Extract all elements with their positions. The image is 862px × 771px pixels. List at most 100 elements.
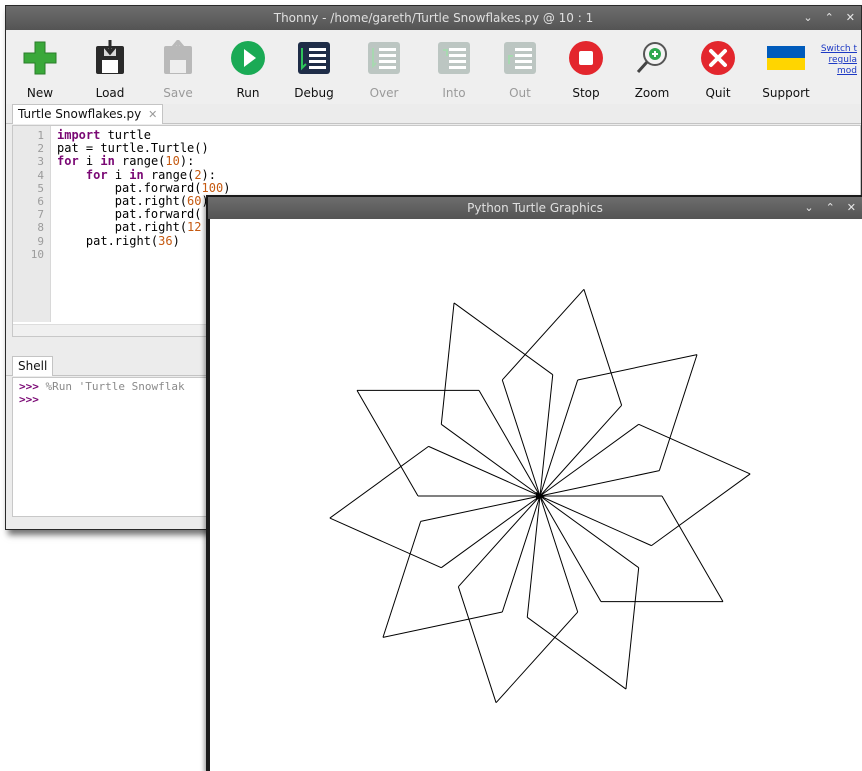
stop-button[interactable]: Stop: [554, 40, 618, 100]
turtle-graphics-window: Python Turtle Graphics ⌄ ⌃ ✕: [206, 195, 862, 771]
code-token: 12: [187, 220, 202, 235]
line-number: 1: [37, 129, 44, 142]
code-text[interactable]: import turtle pat = turtle.Turtle() for i …: [57, 128, 230, 261]
turtle-minimize-icon[interactable]: ⌄: [804, 197, 813, 219]
line-number: 5: [37, 181, 44, 195]
new-button[interactable]: New: [8, 40, 72, 100]
turtle-maximize-icon[interactable]: ⌃: [826, 197, 835, 219]
into-label: Into: [442, 86, 466, 100]
run-label: Run: [236, 86, 260, 100]
snowflake-drawing: [329, 288, 751, 704]
code-token: pat.right(: [57, 233, 159, 248]
turtle-close-icon[interactable]: ✕: [847, 197, 856, 219]
load-label: Load: [95, 86, 125, 100]
turtle-canvas[interactable]: [208, 219, 862, 771]
turtle-stroke-5: [625, 567, 640, 690]
shell-prompt: >>>: [19, 380, 39, 393]
shell-prompt: >>>: [19, 393, 39, 406]
step-out-icon: [502, 40, 538, 76]
step-into-icon: [436, 40, 472, 76]
switch-mode-link[interactable]: Switch t regula mod: [817, 44, 857, 77]
floppy-save-icon: [160, 38, 196, 76]
editor-tabbar: Turtle Snowflakes.py ✕: [6, 104, 861, 124]
turtle-stroke-25: [440, 302, 455, 425]
quit-label: Quit: [705, 86, 731, 100]
turtle-stroke-29: [501, 288, 585, 381]
turtle-stroke-3: [539, 495, 602, 602]
code-token: in: [129, 167, 144, 182]
step-out-button[interactable]: Out: [488, 40, 552, 100]
line-number: 10: [30, 247, 44, 261]
code-line: pat.right(36): [57, 233, 230, 248]
turtle-window-controls: ⌄ ⌃ ✕: [804, 197, 856, 219]
save-button[interactable]: Save: [146, 38, 210, 100]
code-token: 10: [165, 154, 180, 169]
tab-shell[interactable]: Shell: [12, 356, 54, 376]
switch-mode-line-1: Switch t: [820, 44, 857, 54]
line-number: 9: [37, 234, 44, 248]
tab-label: Turtle Snowflakes.py: [18, 107, 142, 121]
tab-turtle-snowflakes[interactable]: Turtle Snowflakes.py ✕: [12, 104, 164, 124]
code-token: 60: [187, 193, 202, 208]
thonny-titlebar: Thonny - /home/gareth/Turtle Snowflakes.…: [6, 6, 861, 30]
step-over-icon: [366, 40, 402, 76]
stop-label: Stop: [572, 86, 600, 100]
turtle-stroke-31: [539, 405, 623, 497]
code-token: ):: [179, 154, 195, 169]
turtle-stroke-9: [495, 611, 579, 704]
toolbar: New Load Save Run Debug Over Into Out St…: [6, 30, 861, 104]
zoom-label: Zoom: [634, 86, 670, 100]
code-token: i: [107, 167, 130, 182]
zoom-button[interactable]: Zoom: [620, 40, 684, 100]
line-number: 8: [37, 221, 44, 235]
turtle-stroke-13: [382, 611, 503, 638]
close-icon[interactable]: ✕: [846, 6, 855, 30]
shell-tab-label: Shell: [18, 359, 48, 373]
save-label: Save: [163, 86, 193, 100]
turtle-window-title: Python Turtle Graphics: [467, 201, 603, 215]
new-label: New: [26, 86, 54, 100]
debug-button[interactable]: Debug: [282, 40, 346, 100]
zoom-icon: [634, 40, 670, 76]
step-into-button[interactable]: Into: [422, 40, 486, 100]
turtle-stroke-21: [356, 390, 419, 497]
over-label: Over: [369, 86, 399, 100]
ukraine-flag-icon: [767, 40, 805, 76]
code-token: pat.forward(: [57, 180, 202, 195]
shell-text: %Run 'Turtle Snowflak: [38, 380, 185, 393]
maximize-icon[interactable]: ⌃: [825, 6, 834, 30]
stop-icon: [568, 40, 604, 76]
support-button[interactable]: Support: [754, 40, 818, 100]
code-token: 36: [158, 233, 173, 248]
code-token: for: [85, 167, 108, 182]
run-button[interactable]: Run: [216, 40, 280, 100]
turtle-stroke-28: [501, 379, 541, 497]
minimize-icon[interactable]: ⌄: [803, 6, 812, 30]
debug-label: Debug: [294, 86, 334, 100]
turtle-stroke-4: [539, 495, 639, 569]
code-token: pat.right(: [57, 220, 188, 235]
switch-mode-line-3: mod: [837, 66, 857, 76]
tab-close-icon[interactable]: ✕: [148, 108, 157, 121]
code-token: range(: [143, 167, 195, 182]
turtle-stroke-26: [453, 302, 554, 376]
load-button[interactable]: Load: [78, 40, 142, 100]
thonny-window-controls: ⌄ ⌃ ✕: [803, 6, 855, 30]
quit-icon: [700, 40, 736, 76]
line-number: 3: [37, 155, 44, 169]
out-label: Out: [509, 86, 531, 100]
thonny-window-title: Thonny - /home/gareth/Turtle Snowflakes.…: [273, 11, 594, 25]
quit-button[interactable]: Quit: [686, 40, 750, 100]
code-token: 2: [194, 167, 202, 182]
code-token: ):: [201, 167, 216, 182]
turtle-stroke-38: [651, 473, 751, 547]
line-number: 2: [37, 142, 44, 156]
code-token: import: [57, 128, 101, 142]
turtle-stroke-17: [329, 517, 442, 569]
line-number: 7: [37, 208, 44, 222]
turtle-stroke-24: [441, 423, 541, 497]
step-over-button[interactable]: Over: [352, 40, 416, 100]
turtle-stroke-37: [638, 423, 751, 475]
turtle-stroke-18: [329, 445, 429, 519]
play-icon: [230, 40, 266, 76]
